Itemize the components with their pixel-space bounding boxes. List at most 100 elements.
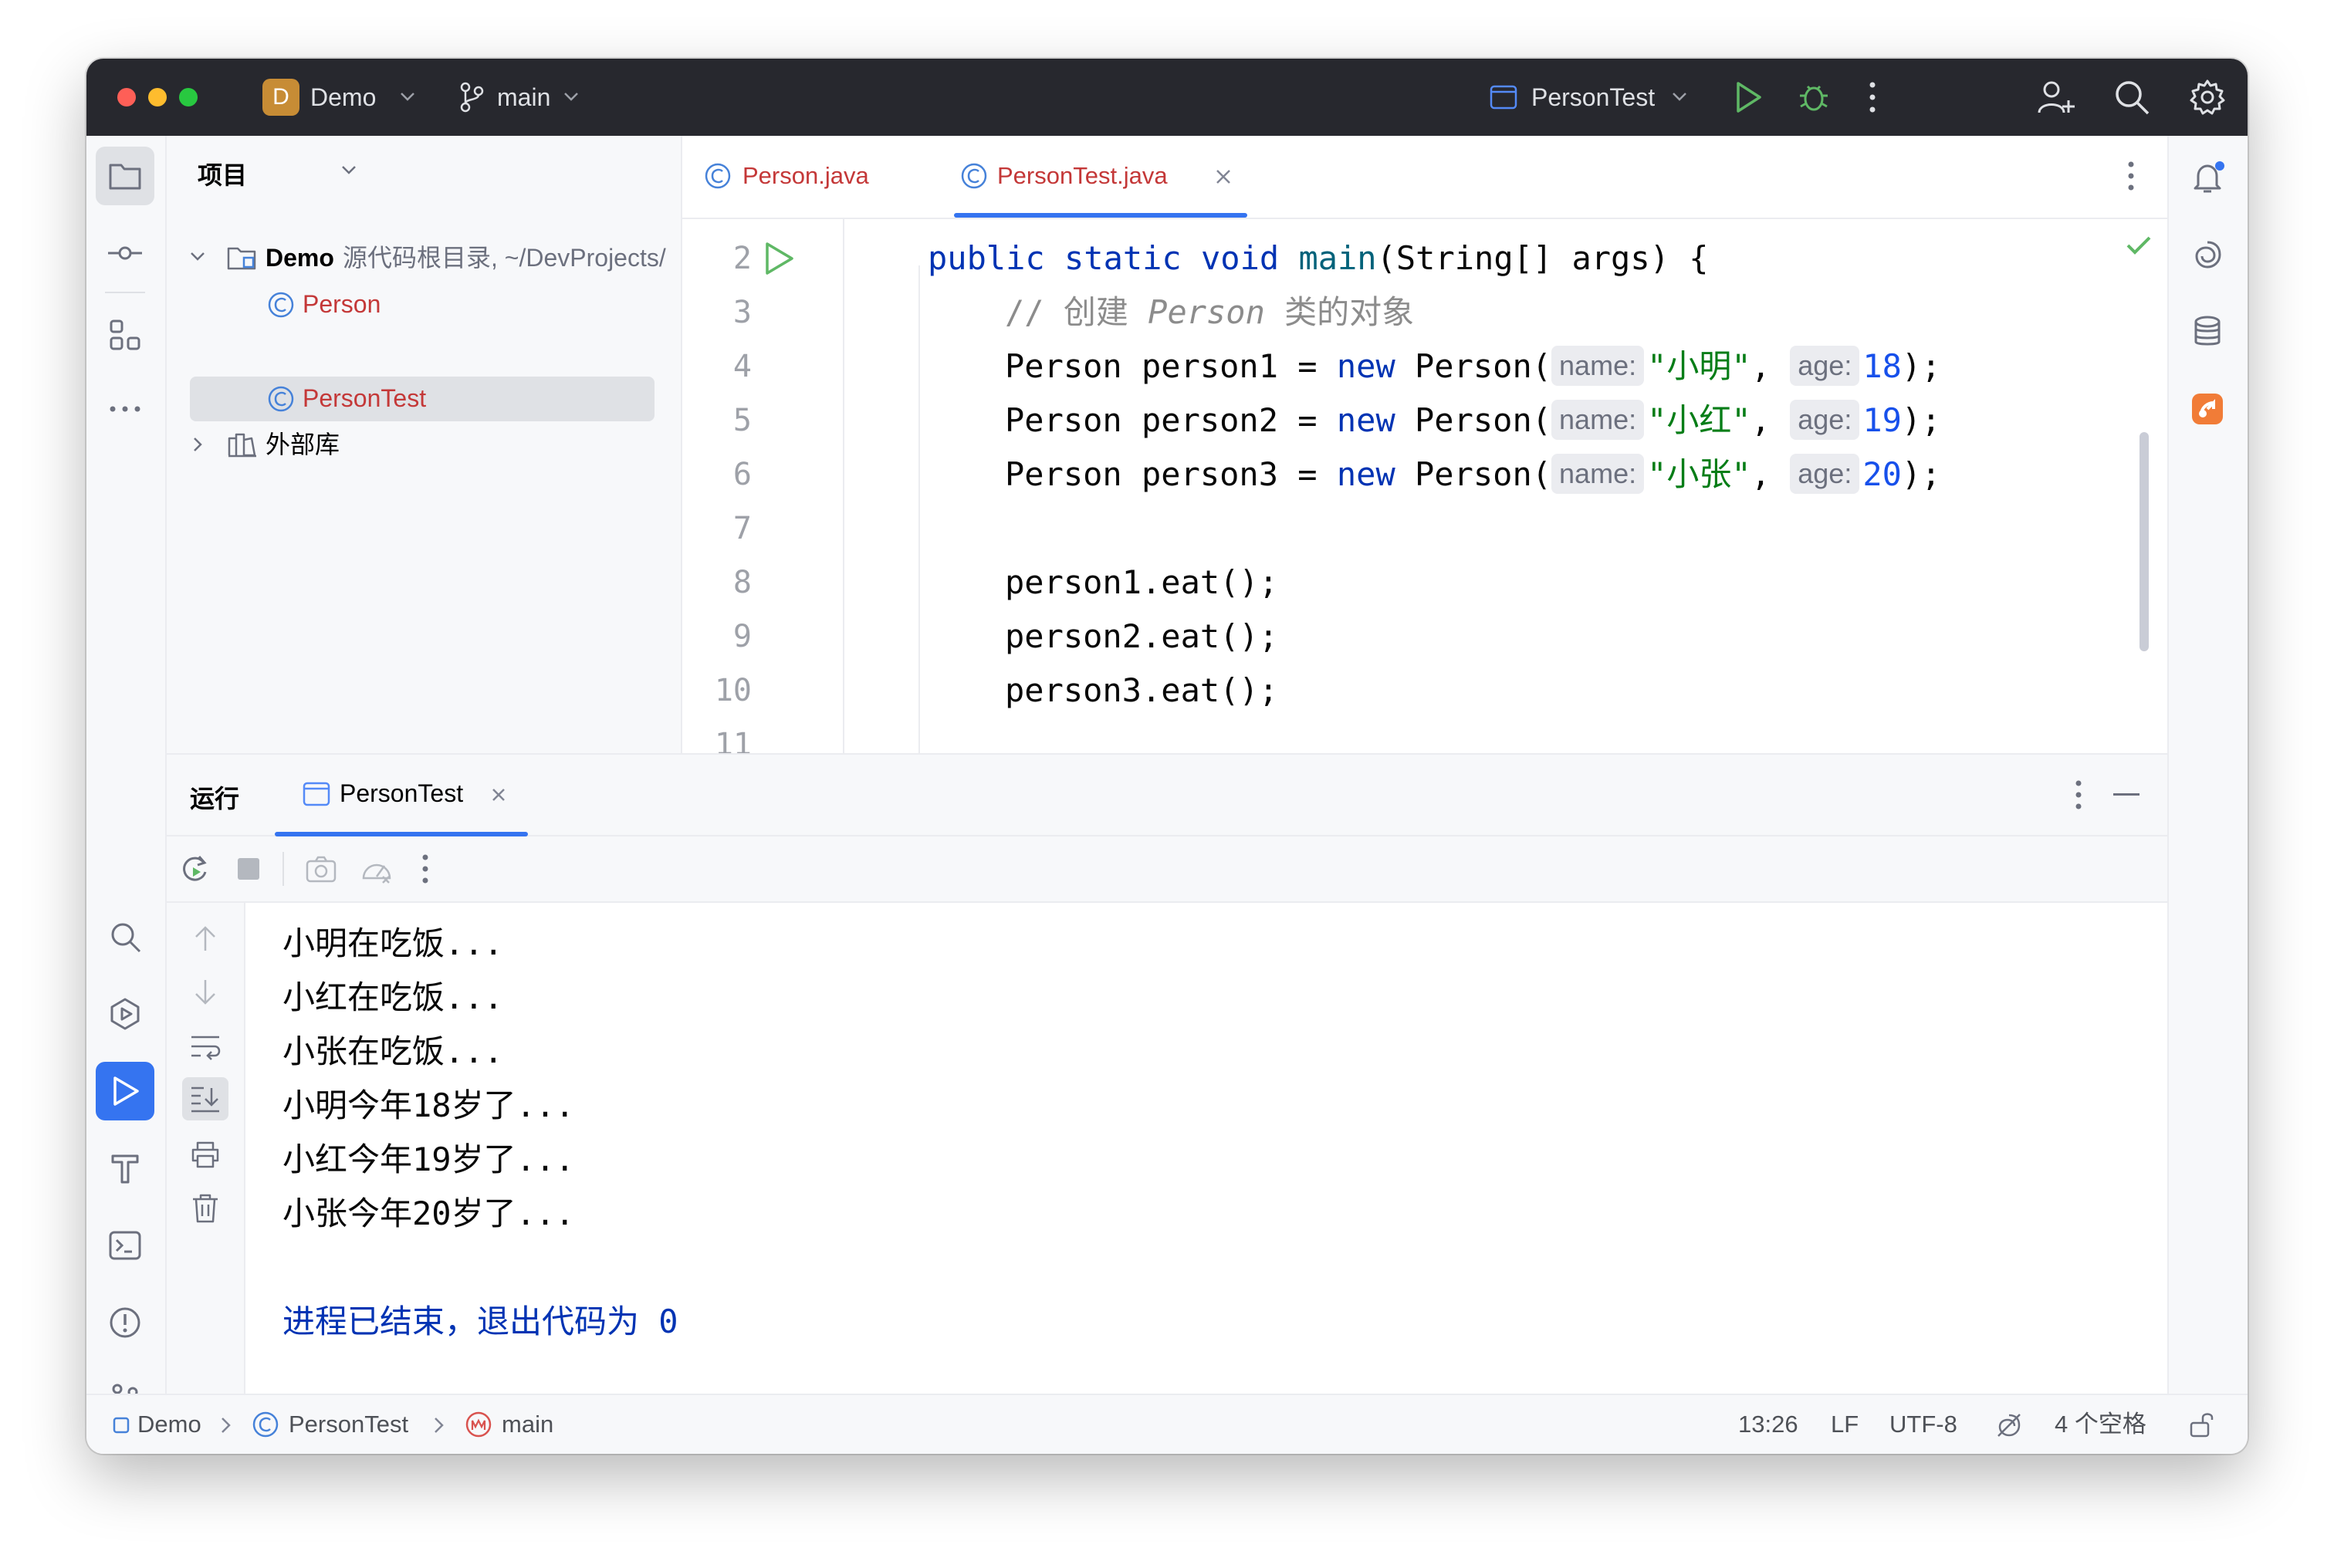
more-vertical-icon[interactable] <box>2075 779 2082 810</box>
database-button[interactable] <box>2178 302 2237 361</box>
parameter-hint: age: <box>1790 345 1860 386</box>
left-tool-strip <box>86 136 167 1416</box>
profiler-gauge-icon[interactable] <box>360 853 395 884</box>
close-window-button[interactable] <box>117 88 136 106</box>
code-token: ); <box>1901 455 1941 493</box>
find-tool-button[interactable] <box>96 907 154 966</box>
ai-assistant-button[interactable] <box>2178 225 2237 284</box>
run-play-icon[interactable] <box>1732 80 1764 114</box>
settings-gear-icon[interactable] <box>2189 79 2226 116</box>
console-line: 小红在吃饭... <box>282 978 503 1016</box>
code-token: 19 <box>1862 401 1902 439</box>
plugin-button[interactable] <box>2178 380 2237 438</box>
build-tool-button[interactable] <box>96 1139 154 1198</box>
rerun-icon[interactable] <box>179 853 210 884</box>
breadcrumb-item[interactable]: PersonTest <box>289 1409 408 1440</box>
terminal-tool-button[interactable] <box>96 1216 154 1275</box>
more-vertical-icon[interactable] <box>421 853 429 884</box>
scroll-to-end-icon <box>191 1086 219 1113</box>
parameter-hint: name: <box>1551 399 1645 440</box>
line-number-gutter: 2 3 4 5 6 7 8 9 10 11 <box>682 219 844 762</box>
parameter-hint: age: <box>1790 453 1860 494</box>
code-token: new <box>1336 347 1395 385</box>
debug-bug-icon[interactable] <box>1797 79 1831 114</box>
camera-snapshot-icon[interactable] <box>306 855 337 883</box>
run-gutter-icon[interactable] <box>763 241 797 276</box>
soft-wrap-icon[interactable] <box>190 1032 221 1060</box>
arrow-down-icon[interactable] <box>193 978 218 1006</box>
no-problems-check-icon[interactable] <box>2126 235 2152 256</box>
print-icon[interactable] <box>190 1141 221 1168</box>
code-token: 类的对象 <box>1264 293 1415 331</box>
toolbar-divider <box>282 852 284 886</box>
services-tool-button[interactable] <box>96 985 154 1043</box>
module-folder-icon <box>227 247 256 270</box>
line-separator[interactable]: LF <box>1831 1409 1859 1440</box>
tab-person-java[interactable]: Person.java <box>704 136 935 218</box>
caret-position[interactable]: 13:26 <box>1738 1409 1798 1440</box>
more-tools-button[interactable] <box>96 380 154 438</box>
status-bar: Demo PersonTest main 13:26 LF UTF-8 4 个空… <box>86 1394 2248 1454</box>
indent-guide <box>918 265 920 753</box>
strip-divider <box>105 292 145 293</box>
commit-tool-button[interactable] <box>96 224 154 282</box>
project-tool-button[interactable] <box>96 147 154 205</box>
java-class-icon <box>705 163 731 189</box>
line-number: 4 <box>732 349 752 384</box>
run-tab-persontest[interactable]: PersonTest <box>275 755 528 836</box>
arrow-up-icon[interactable] <box>193 924 218 952</box>
tree-item-label: 外部库 <box>266 431 340 458</box>
scroll-to-end-button[interactable] <box>182 1077 228 1120</box>
tab-persontest-java[interactable]: PersonTest.java <box>954 136 1247 218</box>
minimize-window-button[interactable] <box>148 88 167 106</box>
breadcrumb-item[interactable]: main <box>502 1409 553 1440</box>
tree-item-label: Person <box>303 290 381 318</box>
minimize-panel-icon[interactable] <box>2113 793 2140 796</box>
project-badge: D <box>262 79 299 116</box>
code-token: Person( <box>1395 455 1552 493</box>
search-icon[interactable] <box>2113 79 2150 116</box>
tree-item-label: PersonTest <box>303 384 427 412</box>
code-token: "小张" <box>1647 455 1751 493</box>
zoom-window-button[interactable] <box>179 88 198 106</box>
close-tab-icon[interactable] <box>491 787 506 803</box>
database-icon <box>2194 316 2221 346</box>
unlock-icon[interactable] <box>2189 1411 2215 1438</box>
line-number: 7 <box>732 511 752 546</box>
console-line: 小张在吃饭... <box>282 1032 503 1070</box>
ai-disabled-icon[interactable] <box>1996 1412 2022 1438</box>
chevron-right-icon[interactable] <box>193 437 204 452</box>
code-area[interactable]: public static void main(String[] args) {… <box>844 219 2169 753</box>
project-panel-title[interactable]: 项目 <box>198 156 247 191</box>
project-name: Demo <box>310 83 377 111</box>
code-token: public static void <box>928 239 1280 277</box>
indent-setting[interactable]: 4 个空格 <box>2055 1409 2146 1440</box>
trash-clear-icon[interactable] <box>191 1193 219 1224</box>
more-vertical-icon[interactable] <box>2127 161 2135 191</box>
run-tool-button[interactable] <box>96 1062 154 1120</box>
run-tab-label: PersonTest <box>340 779 464 807</box>
code-token: , <box>1750 401 1791 439</box>
console-line: 小明今年18岁了... <box>282 1086 575 1124</box>
ai-assistant-icon <box>2195 241 2221 269</box>
stop-icon[interactable] <box>236 857 261 881</box>
close-tab-icon[interactable] <box>1215 168 1232 185</box>
run-toolbar <box>167 836 2167 903</box>
chevron-down-icon[interactable] <box>341 165 357 176</box>
file-encoding[interactable]: UTF-8 <box>1889 1409 1957 1440</box>
problems-tool-button[interactable] <box>96 1293 154 1352</box>
notifications-button[interactable] <box>2178 148 2237 207</box>
code-token: Person <box>1148 293 1265 331</box>
structure-tool-button[interactable] <box>96 306 154 364</box>
line-number: 6 <box>732 457 752 492</box>
add-user-icon[interactable] <box>2038 79 2075 116</box>
breadcrumb-item[interactable]: Demo <box>137 1409 201 1440</box>
chevron-down-icon[interactable] <box>190 252 205 262</box>
editor-tab-bar: Person.java PersonTest.java <box>682 136 2169 219</box>
code-token: Person person3 = <box>1005 455 1337 493</box>
editor-scrollbar[interactable] <box>2140 432 2149 651</box>
run-header: 运行 PersonTest <box>167 755 2167 836</box>
code-line-8: person1.eat(); <box>1005 563 1279 601</box>
more-vertical-icon[interactable] <box>1868 80 1877 114</box>
java-class-icon <box>268 386 294 412</box>
